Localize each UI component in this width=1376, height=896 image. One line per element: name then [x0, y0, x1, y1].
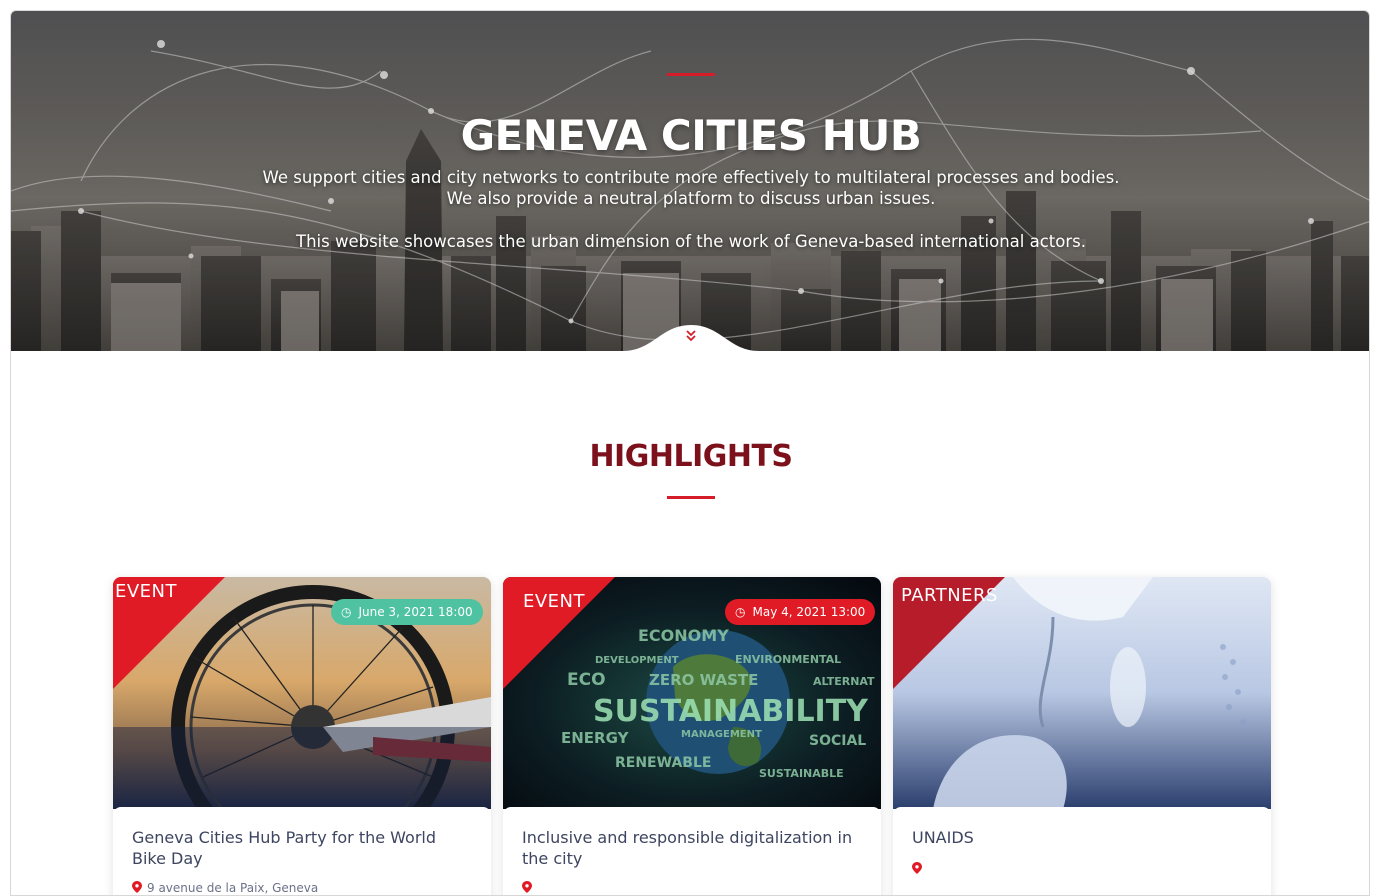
card-category-tag: EVENT: [523, 591, 586, 612]
highlight-card-digitalization[interactable]: ECONOMY ENVIRONMENTAL DEVELOPMENT ECO ZE…: [503, 577, 881, 895]
clock-icon: ◷: [735, 605, 746, 619]
hero-accent-line: [667, 73, 715, 76]
card-title[interactable]: UNAIDS: [912, 827, 1252, 848]
svg-text:ZERO WASTE: ZERO WASTE: [649, 671, 758, 689]
card-date-badge: ◷ May 4, 2021 13:00: [725, 599, 876, 625]
card-date-text: May 4, 2021 13:00: [752, 605, 866, 619]
card-image-sustainability: ECONOMY ENVIRONMENTAL DEVELOPMENT ECO ZE…: [503, 577, 881, 809]
card-body: Geneva Cities Hub Party for the World Bi…: [113, 807, 491, 895]
svg-text:MANAGEMENT: MANAGEMENT: [681, 729, 762, 740]
hero-banner: GENEVA CITIES HUB We support cities and …: [11, 11, 1369, 351]
highlights-heading: HIGHLIGHTS: [589, 439, 793, 474]
card-category-tag: PARTNERS: [901, 585, 998, 606]
card-category-tag: EVENT: [115, 581, 178, 602]
highlights-accent-line: [667, 496, 715, 499]
svg-text:RENEWABLE: RENEWABLE: [615, 755, 711, 771]
hero-description-line-2: We also provide a neutral platform to di…: [446, 189, 936, 208]
svg-text:ENERGY: ENERGY: [561, 729, 630, 747]
card-location-text: 9 avenue de la Paix, Geneva: [147, 881, 319, 895]
card-body: UNAIDS: [893, 807, 1271, 895]
hero-description-line-1: We support cities and city networks to c…: [262, 168, 1120, 187]
card-title[interactable]: Inclusive and responsible digitalization…: [522, 827, 862, 869]
card-body: Inclusive and responsible digitalization…: [503, 807, 881, 895]
svg-text:ALTERNAT: ALTERNAT: [813, 675, 875, 688]
map-pin-icon: [912, 862, 922, 874]
card-image-medical: PARTNERS: [893, 577, 1271, 809]
double-chevron-down-icon[interactable]: [683, 329, 699, 345]
card-location: [912, 862, 927, 876]
hero-description-line-3: This website showcases the urban dimensi…: [296, 232, 1086, 251]
svg-text:SOCIAL: SOCIAL: [809, 733, 866, 749]
card-location: [522, 881, 537, 895]
card-title[interactable]: Geneva Cities Hub Party for the World Bi…: [132, 827, 472, 869]
svg-text:ENVIRONMENTAL: ENVIRONMENTAL: [735, 653, 841, 666]
hero-title: GENEVA CITIES HUB: [460, 111, 922, 160]
map-pin-icon: [522, 881, 532, 893]
svg-text:ECONOMY: ECONOMY: [638, 626, 729, 645]
page-frame: GENEVA CITIES HUB We support cities and …: [10, 10, 1370, 896]
highlight-card-bike-day[interactable]: EVENT ◷ June 3, 2021 18:00 Geneva Cities …: [113, 577, 491, 895]
card-date-text: June 3, 2021 18:00: [358, 605, 473, 619]
card-location: 9 avenue de la Paix, Geneva: [132, 881, 318, 895]
map-pin-icon: [132, 881, 142, 893]
card-image-bicycle: EVENT ◷ June 3, 2021 18:00: [113, 577, 491, 809]
card-date-badge: ◷ June 3, 2021 18:00: [331, 599, 483, 625]
svg-text:SUSTAINABLE: SUSTAINABLE: [759, 767, 844, 780]
clock-icon: ◷: [341, 605, 352, 619]
highlight-card-unaids[interactable]: PARTNERS UNAIDS: [893, 577, 1271, 895]
svg-text:SUSTAINABILITY: SUSTAINABILITY: [593, 694, 869, 729]
